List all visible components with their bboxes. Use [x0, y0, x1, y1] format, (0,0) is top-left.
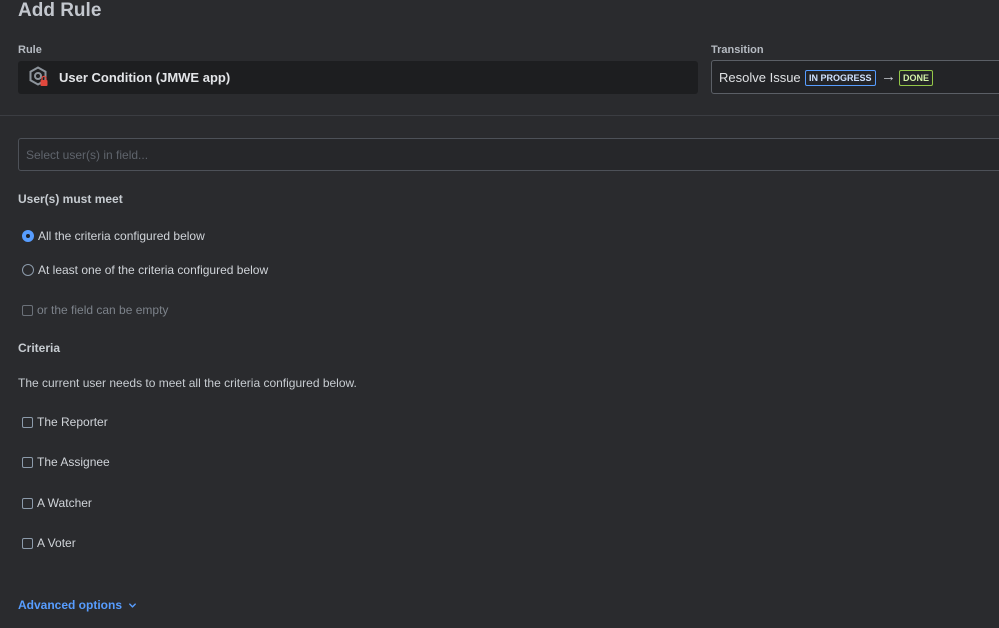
criteria-description: The current user needs to meet all the c… [18, 376, 357, 390]
criteria-item-assignee[interactable]: The Assignee [22, 454, 110, 470]
rule-field[interactable]: User Condition (JMWE app) [18, 61, 698, 94]
status-lozenge-done: DONE [899, 70, 934, 86]
user-field-select[interactable] [18, 138, 999, 171]
radio-button-checked[interactable] [22, 230, 34, 242]
rule-value: User Condition (JMWE app) [59, 70, 231, 85]
checkbox-field-can-be-empty[interactable]: or the field can be empty [22, 302, 168, 318]
transition-name: Resolve Issue [719, 70, 801, 85]
checkbox-label: The Assignee [37, 455, 110, 469]
page-title: Add Rule [18, 0, 102, 21]
gear-lock-icon [28, 66, 50, 88]
must-meet-heading: User(s) must meet [18, 192, 123, 206]
checkbox[interactable] [22, 456, 33, 468]
radio-label: All the criteria configured below [38, 229, 205, 243]
checkbox-label: A Voter [37, 536, 76, 550]
chevron-down-icon [129, 602, 136, 608]
advanced-options-label: Advanced options [18, 598, 123, 612]
rule-label: Rule [18, 44, 42, 56]
radio-option-at-least-one[interactable]: At least one of the criteria configured … [22, 262, 268, 278]
checkbox-label: or the field can be empty [37, 303, 169, 317]
status-lozenge-in-progress: IN PROGRESS [805, 70, 876, 86]
checkbox[interactable] [22, 497, 33, 509]
arrow-right-icon: → [881, 68, 896, 85]
checkbox-label: A Watcher [37, 496, 92, 510]
section-divider [0, 115, 999, 116]
criteria-heading: Criteria [18, 341, 61, 355]
radio-label: At least one of the criteria configured … [38, 263, 269, 277]
radio-option-all[interactable]: All the criteria configured below [22, 228, 205, 244]
checkbox[interactable] [22, 304, 33, 316]
criteria-item-watcher[interactable]: A Watcher [22, 495, 92, 511]
checkbox[interactable] [22, 416, 33, 428]
checkbox-label: The Reporter [37, 415, 108, 429]
radio-button[interactable] [22, 264, 34, 276]
advanced-options-toggle[interactable]: Advanced options [18, 598, 137, 612]
criteria-item-voter[interactable]: A Voter [22, 535, 76, 551]
criteria-item-reporter[interactable]: The Reporter [22, 414, 108, 430]
transition-field: Resolve Issue IN PROGRESS → DONE [711, 60, 999, 94]
transition-label: Transition [711, 44, 764, 56]
checkbox[interactable] [22, 537, 33, 549]
